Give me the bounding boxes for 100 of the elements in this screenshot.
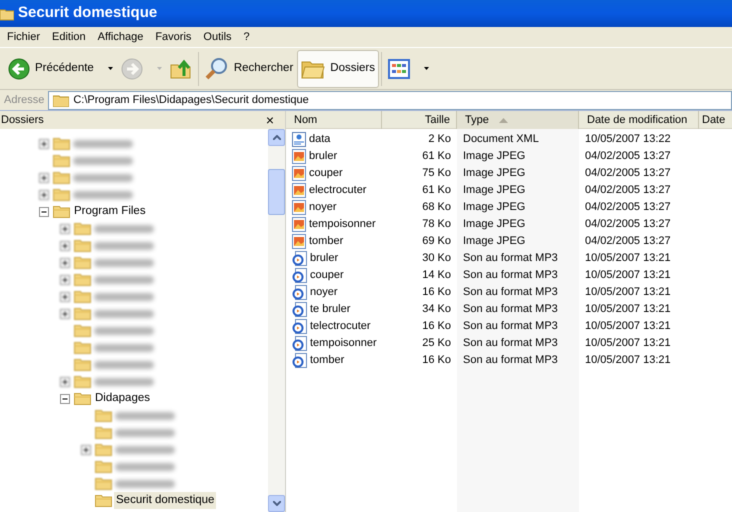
folder-icon [53, 171, 70, 184]
menu-item[interactable]: Outils [197, 28, 238, 46]
image-file-icon [292, 166, 306, 181]
folder-icon [95, 477, 112, 490]
file-name[interactable]: tomber [310, 352, 344, 369]
file-type: Image JPEG [463, 218, 526, 230]
menu-item[interactable]: Fichier [1, 28, 46, 46]
expand-button[interactable] [38, 172, 48, 182]
modified-date: 10/05/2007 13:21 [585, 337, 671, 350]
back-button[interactable]: Précédente [4, 50, 117, 88]
expand-button[interactable] [80, 444, 90, 454]
file-size: 61 Ko [422, 183, 451, 198]
scroll-up-button[interactable] [268, 129, 285, 146]
expand-button[interactable] [60, 240, 70, 250]
column-header[interactable]: Type [457, 111, 579, 129]
expand-button[interactable] [60, 258, 70, 268]
folder-icon [74, 375, 91, 388]
search-icon [204, 56, 229, 80]
file-size: 78 Ko [422, 217, 451, 232]
folder-icon [95, 426, 112, 439]
folder-icon [95, 460, 112, 473]
collapse-button[interactable] [60, 394, 70, 404]
file-type: Son au format MP3 [463, 320, 558, 332]
file-type: Son au format MP3 [463, 337, 558, 350]
tree-item[interactable]: Program Files [72, 202, 148, 220]
file-name[interactable]: telectrocuter [310, 318, 371, 335]
sort-arrow-icon [498, 118, 508, 122]
folder-icon [74, 392, 91, 405]
file-type: Son au format MP3 [463, 269, 558, 282]
file-name[interactable]: bruler [309, 148, 338, 165]
file-name[interactable]: tomber [309, 233, 344, 250]
caret-icon [156, 67, 162, 70]
modified-date: 04/02/2005 13:27 [585, 201, 671, 214]
expand-button[interactable] [60, 274, 70, 284]
audio-file-icon [292, 268, 307, 283]
file-name[interactable]: bruler [310, 250, 338, 267]
modified-date: 10/05/2007 13:21 [585, 269, 671, 282]
file-name[interactable]: couper [310, 267, 344, 284]
file-size: 75 Ko [422, 166, 451, 182]
file-name[interactable]: data [309, 131, 330, 148]
file-name[interactable]: couper [309, 165, 343, 182]
search-button[interactable]: Rechercher [200, 50, 298, 88]
expand-button[interactable] [60, 308, 70, 318]
tree-item[interactable]: Didapages [93, 390, 152, 408]
file-name[interactable]: te bruler [310, 301, 350, 318]
folder-icon [74, 358, 91, 371]
views-icon [388, 58, 410, 78]
modified-date: 10/05/2007 13:22 [585, 133, 671, 146]
expand-button[interactable] [38, 190, 48, 200]
folders-button[interactable]: Dossiers [297, 50, 380, 88]
file-size: 16 Ko [422, 319, 451, 334]
scroll-down-button[interactable] [268, 495, 285, 512]
scrollbar[interactable] [268, 129, 285, 512]
close-button[interactable]: × [266, 113, 274, 127]
caret-icon [108, 67, 113, 70]
collapse-button[interactable] [38, 206, 48, 216]
menu-item[interactable]: Edition [46, 28, 92, 46]
menu-item[interactable]: Favoris [149, 28, 198, 46]
file-name[interactable]: tempoisonner [310, 335, 377, 352]
column-header[interactable]: Date [699, 111, 732, 129]
column-header[interactable]: Nom [286, 111, 382, 129]
tree-item[interactable]: Securit domestique [114, 492, 216, 510]
folder-icon [53, 94, 70, 106]
folder-icon [74, 273, 91, 286]
folder-icon [53, 205, 70, 218]
folder-icon [53, 137, 70, 150]
file-size: 61 Ko [422, 149, 451, 164]
folder-icon [74, 222, 91, 235]
audio-file-icon [292, 251, 307, 266]
file-name[interactable]: noyer [309, 199, 337, 216]
folder-icon [0, 6, 14, 20]
address-field[interactable]: C:\Program Files\Didapages\Securit domestique [48, 90, 732, 110]
file-type: Image JPEG [463, 235, 526, 248]
modified-date: 04/02/2005 13:27 [585, 150, 671, 162]
file-type: Image JPEG [463, 150, 526, 162]
file-type: Son au format MP3 [463, 252, 558, 264]
file-name[interactable]: electrocuter [309, 182, 366, 199]
expand-button[interactable] [60, 376, 70, 386]
caret-icon [424, 67, 430, 70]
menu-item[interactable]: Affichage [92, 28, 150, 46]
folder-icon [74, 324, 91, 337]
folder-icon [53, 188, 70, 201]
file-name[interactable]: noyer [310, 284, 338, 301]
menu-item[interactable]: ? [238, 28, 256, 46]
expand-button[interactable] [60, 224, 70, 234]
image-file-icon [292, 217, 306, 232]
file-type: Image JPEG [463, 167, 526, 180]
audio-file-icon [292, 285, 307, 300]
image-file-icon [292, 200, 306, 215]
file-name[interactable]: tempoisonner [309, 216, 376, 233]
scroll-thumb[interactable] [268, 169, 285, 215]
expand-button[interactable] [60, 292, 70, 302]
column-header[interactable]: Date de modification [579, 111, 699, 129]
folder-icon [74, 307, 91, 320]
file-size: 14 Ko [422, 268, 451, 284]
expand-button[interactable] [38, 138, 48, 148]
audio-file-icon [292, 302, 307, 317]
audio-file-icon [292, 336, 307, 351]
file-type: Son au format MP3 [463, 303, 558, 316]
file-type: Image JPEG [463, 201, 526, 214]
